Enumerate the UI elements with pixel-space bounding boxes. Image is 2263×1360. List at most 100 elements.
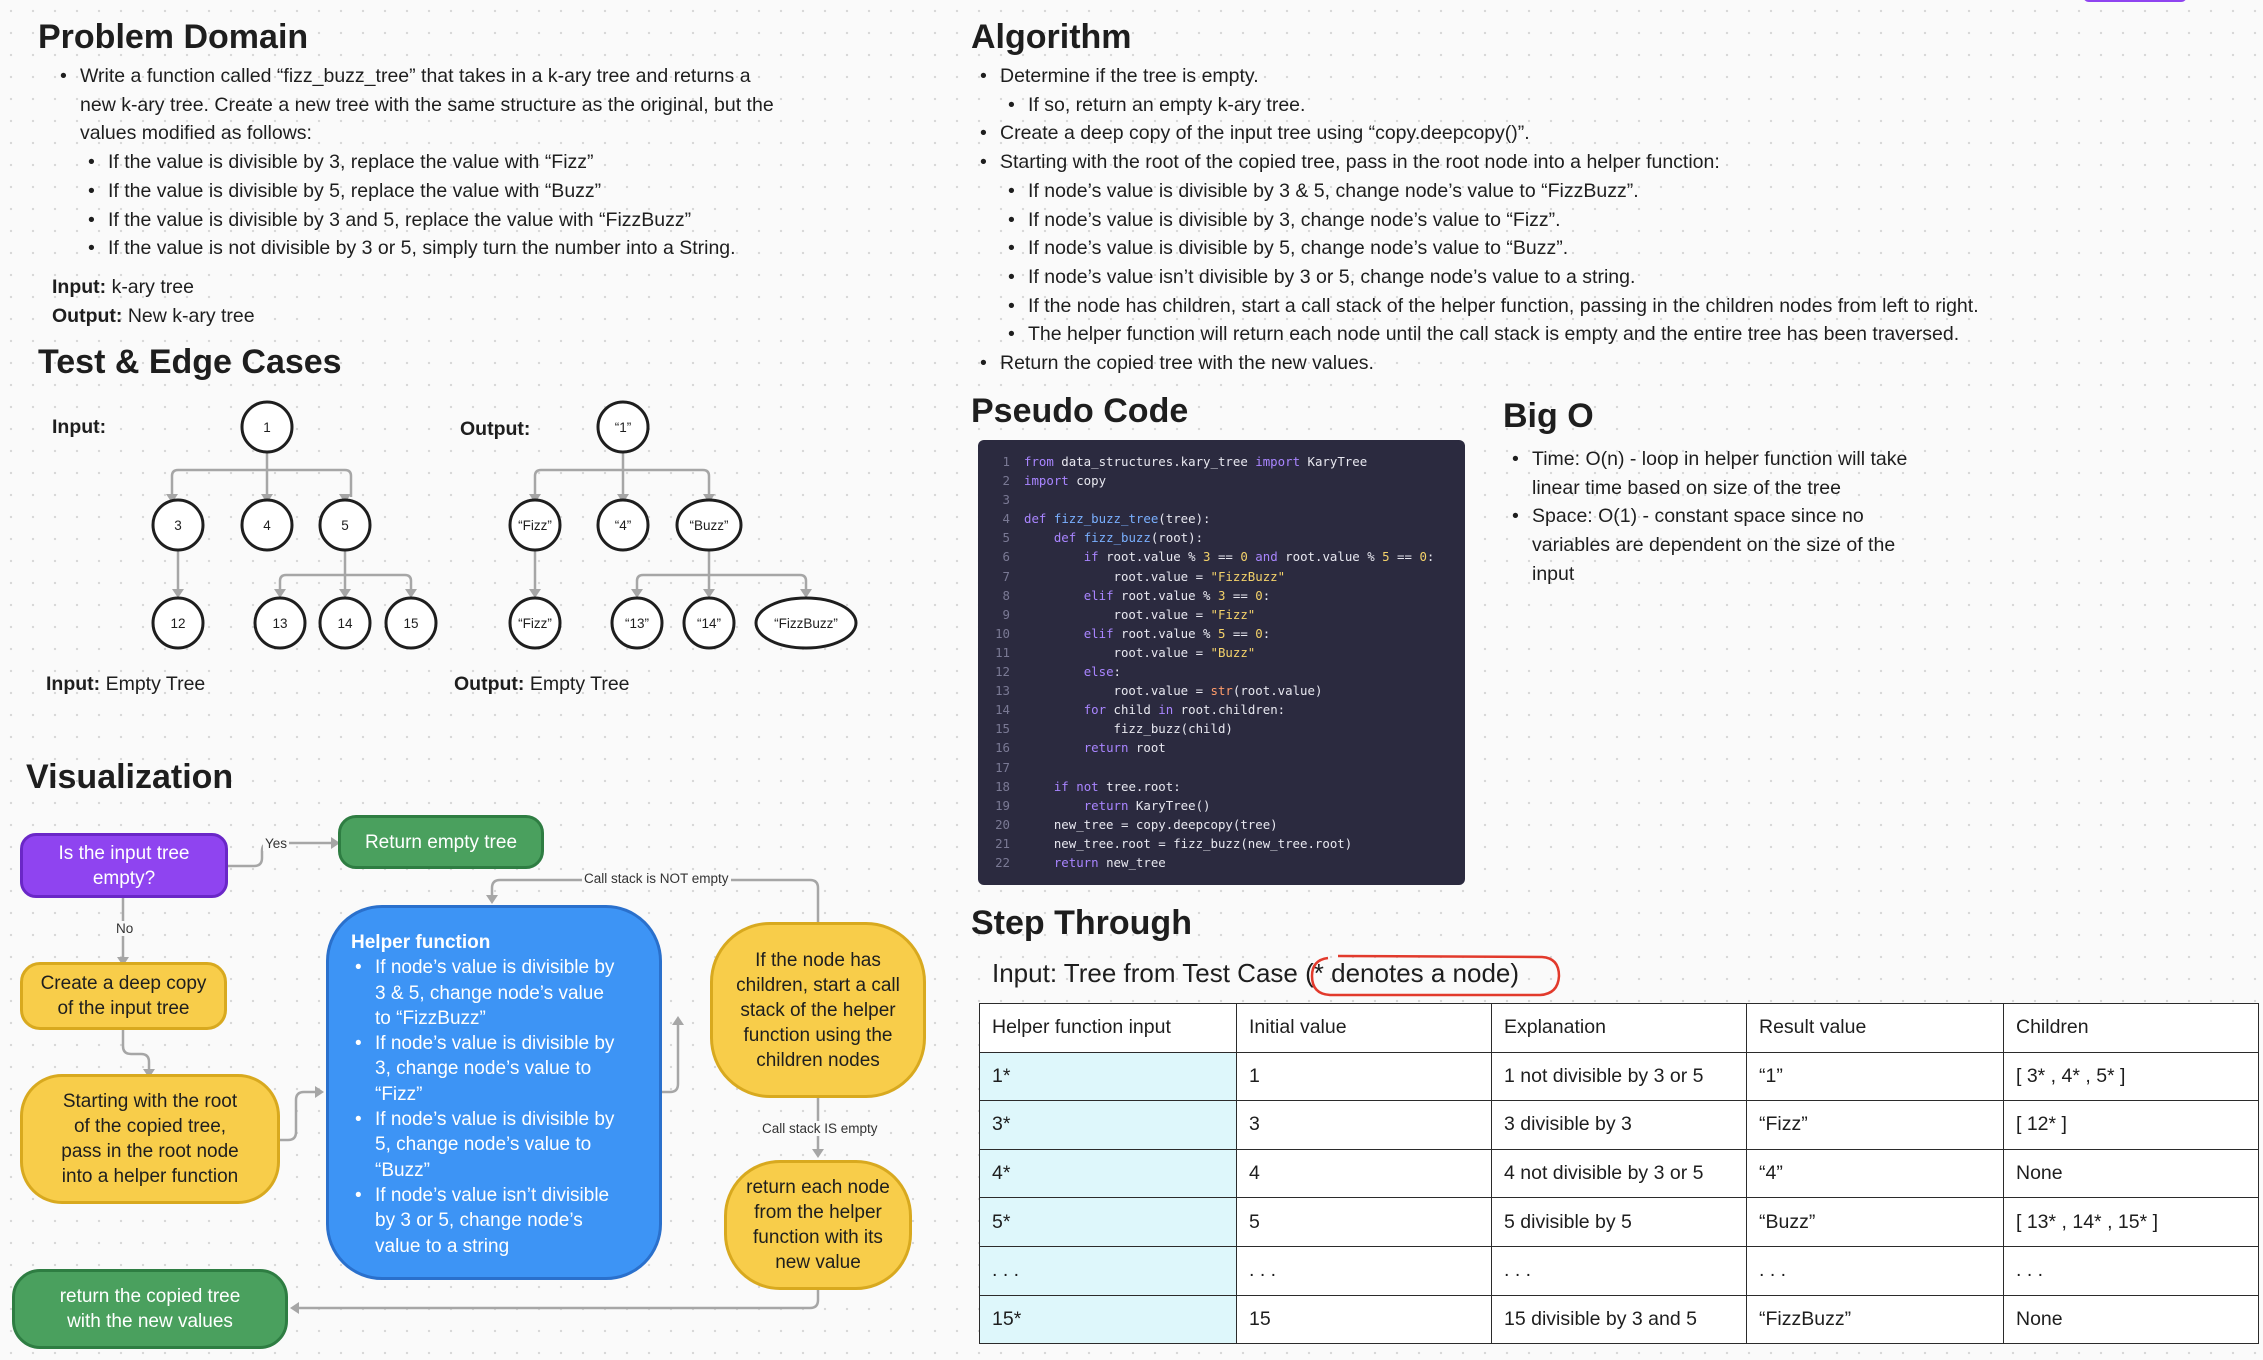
pseudo-code-title: Pseudo Code xyxy=(971,392,1189,430)
helper-item-line: 5, change node’s value to xyxy=(375,1134,592,1156)
algorithm-step-text: Determine if the tree is empty. xyxy=(1000,65,1259,87)
table-header-row: Helper function input Initial value Expl… xyxy=(979,1003,2259,1053)
helper-item-line: If node’s value isn’t divisible xyxy=(375,1184,610,1206)
helper-item: If node’s value is divisible by 3, change… xyxy=(355,1031,639,1107)
table-header-cell: Result value xyxy=(1746,1003,2004,1053)
table-cell: “4” xyxy=(1746,1148,2004,1199)
big-o-time-line: Time: O(n) - loop in helper function wil… xyxy=(1532,448,1908,470)
algorithm-body: Determine if the tree is empty. If so, r… xyxy=(972,62,2222,378)
big-o-space-line: Space: O(1) - constant space since no xyxy=(1532,505,1864,528)
is-tree-empty-decision: Is the input tree empty? xyxy=(20,833,228,898)
table-header-cell: Explanation xyxy=(1491,1003,1747,1053)
algorithm-substep: If so, return an empty k-ary tree. xyxy=(1008,91,2222,120)
big-o-space: Space: O(1) - constant space since no var… xyxy=(1512,502,2024,588)
algorithm-substep: If node’s value is divisible by 3 & 5, c… xyxy=(1008,177,2222,206)
return-each-line: new value xyxy=(775,1252,861,1273)
line-number: 8 xyxy=(1002,587,1010,603)
table-cell: “Buzz” xyxy=(1746,1197,2004,1247)
deep-copy-line: Create a deep copy xyxy=(40,973,207,994)
table-row: 4* 4 4 not divisible by 3 or 5 “4” None xyxy=(979,1148,2259,1199)
helper-item-line: If node’s value is divisible by xyxy=(375,1033,615,1055)
algorithm-step: Return the copied tree with the new valu… xyxy=(980,349,2222,378)
big-o-space-line: variables are dependent on the size of t… xyxy=(1532,534,1896,557)
table-cell: . . . xyxy=(979,1245,1237,1296)
table-cell: 4* xyxy=(979,1148,1237,1199)
helper-item-line: by 3 or 5, change node’s xyxy=(375,1210,583,1232)
helper-item: If node’s value is divisible by 3 & 5, ch… xyxy=(355,955,639,1031)
children-line: stack of the helper xyxy=(740,999,896,1021)
start-root-line: Starting with the root xyxy=(62,1091,238,1112)
decision-line: empty? xyxy=(92,867,156,889)
line-number: 14 xyxy=(995,702,1010,718)
table-cell: 1 xyxy=(1236,1051,1492,1102)
table-cell: “FizzBuzz” xyxy=(1746,1294,2004,1345)
table-cell: 4 xyxy=(1236,1148,1492,1199)
table-cell: 5 xyxy=(1236,1197,1492,1247)
table-cell: 3 divisible by 3 xyxy=(1491,1100,1747,1150)
children-line: If the node has xyxy=(755,949,881,971)
line-number: 5 xyxy=(1002,530,1010,546)
big-o-time: Time: O(n) - loop in helper function wil… xyxy=(1512,445,2024,502)
decision-line: Is the input tree xyxy=(58,842,190,864)
deep-copy-line: of the input tree xyxy=(57,998,190,1019)
line-number: 20 xyxy=(995,816,1010,832)
big-o-body: Time: O(n) - loop in helper function wil… xyxy=(1504,445,2024,589)
table-header-cell: Initial value xyxy=(1236,1003,1492,1053)
table-cell: 3 xyxy=(1236,1100,1492,1150)
line-number: 4 xyxy=(1002,511,1010,527)
helper-item-line: If node’s value is divisible by xyxy=(375,1109,615,1131)
deep-copy-node: Create a deep copy of the input tree xyxy=(20,962,227,1030)
return-copied-line: with the new values xyxy=(67,1311,233,1332)
table-cell: None xyxy=(2003,1148,2259,1199)
edge-label-yes: Yes xyxy=(263,836,290,851)
table-cell: None xyxy=(2003,1294,2259,1345)
algorithm-substep: If node’s value isn’t divisible by 3 or … xyxy=(1008,263,2222,292)
algorithm-substep: If the node has children, start a call s… xyxy=(1008,292,2222,321)
table-cell: “Fizz” xyxy=(1746,1100,2004,1150)
table-cell: . . . xyxy=(1236,1245,1492,1296)
table-header-cell: Children xyxy=(2003,1003,2259,1053)
return-copied-tree-node: return the copied tree with the new value… xyxy=(12,1269,288,1349)
table-cell: 1* xyxy=(979,1051,1237,1102)
big-o-space-line: input xyxy=(1532,562,1575,585)
line-number: 19 xyxy=(995,797,1010,813)
caption-prefix: Input: Tree from Test Case xyxy=(992,958,1298,988)
helper-item: If node’s value isn’t divisible by 3 or 5… xyxy=(355,1183,639,1259)
table-cell: 1 not divisible by 3 or 5 xyxy=(1491,1051,1747,1102)
return-copied-line: return the copied tree xyxy=(59,1286,241,1307)
return-each-line: function with its xyxy=(753,1227,883,1248)
table-cell: . . . xyxy=(2003,1245,2259,1296)
algorithm-title: Algorithm xyxy=(971,18,1132,56)
big-o-time-line: linear time based on size of the tree xyxy=(1532,476,1841,499)
helper-item-line: value to a string xyxy=(375,1235,510,1257)
return-empty-label: Return empty tree xyxy=(364,831,518,853)
table-row: 15* 15 15 divisible by 3 and 5 “FizzBuzz… xyxy=(979,1294,2259,1345)
line-number: 2 xyxy=(1002,473,1010,489)
return-empty-tree-node: Return empty tree xyxy=(338,815,544,869)
algorithm-step: Starting with the root of the copied tre… xyxy=(980,148,2222,349)
return-each-line: from the helper xyxy=(754,1202,882,1223)
step-through-table: Helper function input Initial value Expl… xyxy=(979,1003,2259,1345)
line-number: 22 xyxy=(995,854,1010,870)
code-block: 1 from data_structures.kary_tree import K… xyxy=(978,440,1465,885)
start-root-node: Starting with the root of the copied tree… xyxy=(20,1074,280,1204)
table-cell: [ 3* , 4* , 5* ] xyxy=(2003,1051,2259,1102)
helper-item-line: 3 & 5, change node’s value xyxy=(375,982,604,1004)
table-row: . . . . . . . . . . . . . . . xyxy=(979,1245,2259,1296)
table-cell: “1” xyxy=(1746,1051,2004,1102)
code-text: 1 from data_structures.kary_tree import K… xyxy=(978,440,1465,872)
table-cell: . . . xyxy=(1491,1245,1747,1296)
table-cell: 15 xyxy=(1236,1294,1492,1345)
helper-item: If node’s value is divisible by 5, change… xyxy=(355,1107,639,1183)
return-each-line: return each node xyxy=(746,1177,890,1198)
helper-item-line: “Fizz” xyxy=(375,1083,423,1105)
line-number: 12 xyxy=(995,664,1010,680)
line-number: 9 xyxy=(1002,606,1010,622)
step-through-title: Step Through xyxy=(971,904,1192,942)
line-number: 13 xyxy=(995,683,1010,699)
table-cell: 4 not divisible by 3 or 5 xyxy=(1491,1148,1747,1199)
table-cell: . . . xyxy=(1746,1245,2004,1296)
line-number: 7 xyxy=(1002,568,1010,584)
helper-function-node: Helper function If node’s value is divis… xyxy=(326,905,662,1280)
line-number: 1 xyxy=(1002,454,1010,469)
